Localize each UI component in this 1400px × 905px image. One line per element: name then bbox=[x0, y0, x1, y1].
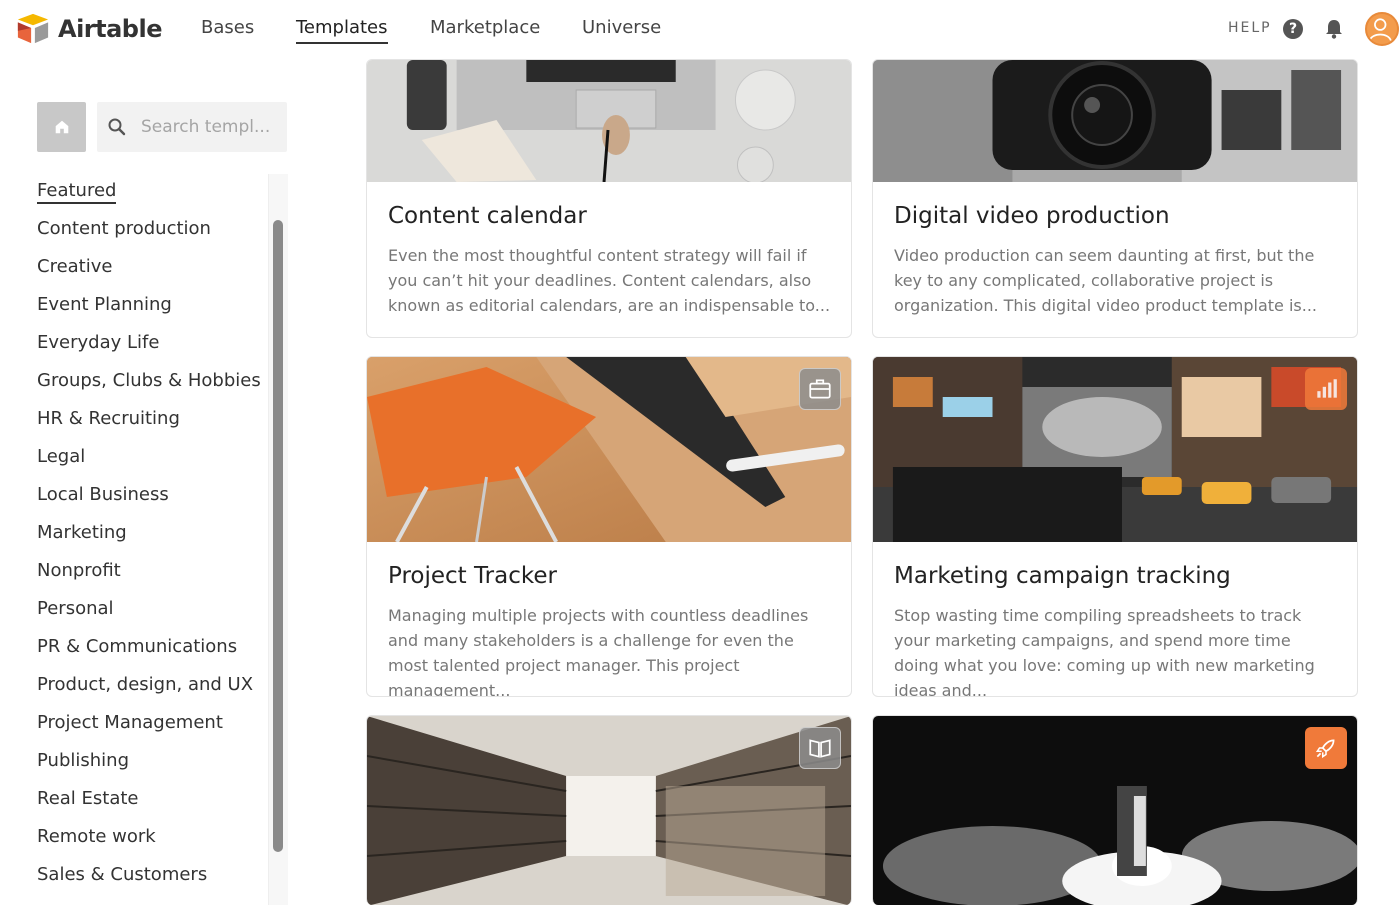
category-list: Featured Content production Creative Event … bbox=[37, 172, 269, 894]
rocket-launch-photo bbox=[873, 716, 1357, 905]
category-item[interactable]: Content production bbox=[37, 210, 269, 248]
briefcase-icon bbox=[809, 379, 831, 399]
category-item[interactable]: HR & Recruiting bbox=[37, 400, 269, 438]
search-input[interactable] bbox=[141, 117, 281, 137]
category-item[interactable]: Publishing bbox=[37, 742, 269, 780]
card-description: Video production can seem daunting at fi… bbox=[894, 246, 1318, 315]
nav-marketplace[interactable]: Marketplace bbox=[430, 17, 540, 38]
card-title[interactable]: Content calendar bbox=[388, 203, 587, 229]
category-item[interactable]: Real Estate bbox=[37, 780, 269, 818]
category-item[interactable]: Project Management bbox=[37, 704, 269, 742]
user-avatar[interactable] bbox=[1365, 12, 1399, 46]
home-icon bbox=[55, 120, 68, 134]
book-badge bbox=[799, 727, 841, 769]
card-description: Even the most thoughtful content strateg… bbox=[388, 246, 831, 315]
top-navigation: Airtable Bases Templates Marketplace Uni… bbox=[0, 0, 1400, 58]
category-label: Groups, Clubs & Hobbies bbox=[37, 370, 261, 391]
desk-chair-photo bbox=[367, 357, 851, 542]
category-label: Marketing bbox=[37, 522, 127, 543]
category-item[interactable]: Event Planning bbox=[37, 286, 269, 324]
category-item[interactable]: Product, design, and UX bbox=[37, 666, 269, 704]
card-description: Stop wasting time compiling spreadsheets… bbox=[894, 606, 1315, 697]
template-card-rocket[interactable] bbox=[872, 715, 1358, 905]
camera-lens-photo bbox=[873, 60, 1357, 182]
category-label: Nonprofit bbox=[37, 560, 121, 581]
category-label: Sales & Customers bbox=[37, 864, 208, 885]
nav-active-underline bbox=[296, 42, 388, 44]
category-item[interactable]: Legal bbox=[37, 438, 269, 476]
card-description: Managing multiple projects with countles… bbox=[388, 606, 809, 697]
category-item[interactable]: Nonprofit bbox=[37, 552, 269, 590]
category-label: Project Management bbox=[37, 712, 223, 733]
airtable-logo[interactable]: Airtable bbox=[14, 12, 163, 46]
bell-icon[interactable] bbox=[1324, 18, 1344, 40]
template-card-library[interactable] bbox=[366, 715, 852, 905]
rocket-icon bbox=[1315, 739, 1335, 759]
category-label: Publishing bbox=[37, 750, 129, 771]
category-label: Content production bbox=[37, 218, 211, 239]
category-label: HR & Recruiting bbox=[37, 408, 180, 429]
briefcase-badge bbox=[799, 368, 841, 410]
category-label: Remote work bbox=[37, 826, 156, 847]
bar-chart-badge bbox=[1305, 368, 1347, 410]
card-title[interactable]: Digital video production bbox=[894, 203, 1170, 229]
category-item[interactable]: Creative bbox=[37, 248, 269, 286]
city-street-photo bbox=[873, 357, 1357, 542]
airtable-logo-icon bbox=[17, 13, 49, 44]
category-item[interactable]: Groups, Clubs & Hobbies bbox=[37, 362, 269, 400]
category-label: Personal bbox=[37, 598, 114, 619]
laptop-desk-photo bbox=[367, 60, 851, 182]
help-link[interactable]: HELP bbox=[1228, 20, 1272, 36]
category-label: PR & Communications bbox=[37, 636, 238, 657]
category-label: Legal bbox=[37, 446, 86, 467]
category-item[interactable]: Local Business bbox=[37, 476, 269, 514]
template-card-content-calendar[interactable]: Content calendar Even the most thoughtfu… bbox=[366, 59, 852, 338]
template-card-project-tracker[interactable]: Project Tracker Managing multiple projec… bbox=[366, 356, 852, 697]
category-item[interactable]: Featured bbox=[37, 172, 269, 210]
category-item[interactable]: Everyday Life bbox=[37, 324, 269, 362]
home-button[interactable] bbox=[37, 102, 86, 152]
search-icon bbox=[108, 118, 126, 136]
category-label: Creative bbox=[37, 256, 113, 277]
category-item[interactable]: Marketing bbox=[37, 514, 269, 552]
category-item[interactable]: Remote work bbox=[37, 818, 269, 856]
category-label: Product, design, and UX bbox=[37, 674, 254, 695]
library-shelves-photo bbox=[367, 716, 851, 905]
template-search[interactable] bbox=[97, 102, 287, 152]
category-item[interactable]: PR & Communications bbox=[37, 628, 269, 666]
nav-universe[interactable]: Universe bbox=[582, 17, 661, 38]
category-label: Featured bbox=[37, 180, 117, 204]
category-item[interactable]: Sales & Customers bbox=[37, 856, 269, 894]
book-icon bbox=[809, 739, 831, 758]
nav-bases[interactable]: Bases bbox=[201, 17, 254, 38]
sidebar-scrollbar-thumb[interactable] bbox=[273, 220, 283, 852]
nav-templates[interactable]: Templates bbox=[296, 17, 388, 38]
category-label: Real Estate bbox=[37, 788, 139, 809]
category-label: Local Business bbox=[37, 484, 169, 505]
template-card-marketing-campaign-tracking[interactable]: Marketing campaign tracking Stop wasting… bbox=[872, 356, 1358, 697]
app-name: Airtable bbox=[58, 15, 163, 43]
help-icon[interactable]: ? bbox=[1283, 19, 1303, 39]
rocket-badge bbox=[1305, 727, 1347, 769]
category-label: Everyday Life bbox=[37, 332, 160, 353]
card-title[interactable]: Project Tracker bbox=[388, 563, 557, 589]
card-title[interactable]: Marketing campaign tracking bbox=[894, 563, 1231, 589]
category-label: Event Planning bbox=[37, 294, 172, 315]
bar-chart-icon bbox=[1317, 379, 1337, 398]
category-item[interactable]: Personal bbox=[37, 590, 269, 628]
template-card-digital-video-production[interactable]: Digital video production Video productio… bbox=[872, 59, 1358, 338]
